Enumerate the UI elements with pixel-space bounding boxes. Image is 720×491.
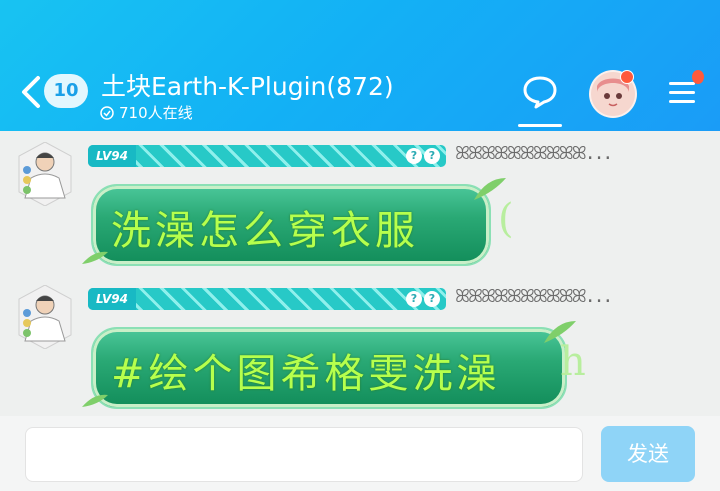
online-count: 710人在线 [119,104,193,122]
message-text: 洗澡怎么穿衣服 [111,208,419,254]
help-icon: ? [406,148,422,164]
online-status[interactable]: 710人在线 [100,102,193,123]
sender-name[interactable]: ꕤꕤꕤꕤꕤꕤꕤꕤꕤꕤ... [455,143,613,164]
chat-tab-indicator [518,124,562,127]
group-title[interactable]: 土块Earth-K-Plugin(872) [101,67,394,103]
chat-bubble-icon[interactable] [522,75,558,109]
level-tag: LV94 [88,288,136,310]
notification-dot [620,70,634,84]
message-input[interactable] [25,427,583,482]
message-bubble[interactable]: #绘个图希格雯洗澡 [91,327,567,409]
leaf-decoration-icon [82,251,108,264]
level-banner: LV94 ? ? [88,145,446,167]
chat-header: 10 土块Earth-K-Plugin(872) 710人在线 [0,0,720,131]
sender-avatar[interactable] [17,285,73,349]
help-icon: ? [424,148,440,164]
menu-icon[interactable] [669,80,697,104]
level-tag: LV94 [88,145,136,167]
send-button[interactable]: 发送 [601,426,695,482]
overflow-char: ( [498,196,514,242]
unread-count-badge[interactable]: 10 [44,74,88,108]
message-bubble[interactable]: 洗澡怎么穿衣服 [91,184,491,266]
leaf-decoration-icon [82,394,108,407]
sender-name[interactable]: ꕤꕤꕤꕤꕤꕤꕤꕤꕤꕤ... [455,286,613,307]
message-text: #绘个图希格雯洗澡 [111,351,501,397]
sender-avatar[interactable] [17,142,73,206]
online-check-icon [100,105,114,120]
level-banner: LV94 ? ? [88,288,446,310]
help-icon: ? [424,291,440,307]
help-icon: ? [406,291,422,307]
overflow-char: h [560,339,586,385]
menu-notification-dot [692,70,704,84]
